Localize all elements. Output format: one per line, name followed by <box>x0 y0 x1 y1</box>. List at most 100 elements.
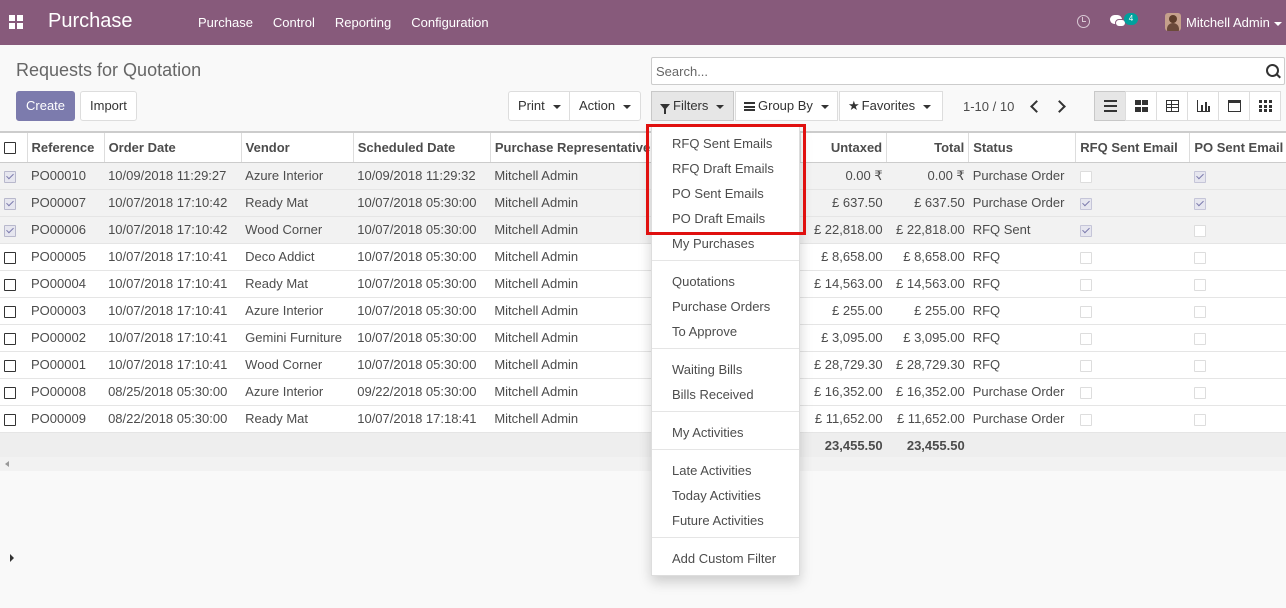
pager-next-button[interactable] <box>1048 91 1075 121</box>
cell-total: £ 11,652.00 <box>886 405 969 433</box>
cell-order-date: 08/25/2018 05:30:00 <box>104 378 242 406</box>
filter-po-sent-emails[interactable]: PO Sent Emails <box>672 186 764 201</box>
row-select-checkbox[interactable] <box>4 386 16 399</box>
activity-clock-icon[interactable] <box>1077 15 1090 28</box>
po-sent-email-checkbox <box>1193 251 1206 264</box>
filter-quotations[interactable]: Quotations <box>672 274 735 289</box>
table-row[interactable]: PO00008 08/25/2018 05:30:00 Azure Interior… <box>0 378 1286 406</box>
menu-configuration[interactable]: Configuration <box>401 0 498 45</box>
pager-previous-button[interactable] <box>1021 91 1048 121</box>
column-header-reference[interactable]: Reference <box>26 131 105 163</box>
filter-bills-received[interactable]: Bills Received <box>672 387 754 402</box>
rfq-sent-email-checkbox <box>1079 224 1092 237</box>
table-row[interactable]: PO00002 10/07/2018 17:10:41 Gemini Furnitu… <box>0 324 1286 352</box>
filter-to-approve[interactable]: To Approve <box>672 324 737 339</box>
avatar[interactable] <box>1165 13 1181 31</box>
cell-reference: PO00003 <box>27 297 105 325</box>
filter-purchase-orders[interactable]: Purchase Orders <box>672 299 770 314</box>
select-all-checkbox[interactable] <box>4 142 16 155</box>
filters-button[interactable]: Filters <box>651 91 734 121</box>
row-select-checkbox[interactable] <box>4 170 16 183</box>
grid-view-button[interactable] <box>1156 91 1188 121</box>
kanban-view-button[interactable] <box>1125 91 1157 121</box>
column-header-untaxed[interactable]: Untaxed <box>800 131 887 163</box>
list-view-button[interactable] <box>1094 91 1126 121</box>
cell-order-date: 08/22/2018 05:30:00 <box>104 405 242 433</box>
cell-status: RFQ Sent <box>968 216 1076 244</box>
table-row[interactable]: PO00009 08/22/2018 05:30:00 Ready Mat 10/07… <box>0 405 1286 433</box>
column-header-order-date[interactable]: Order Date <box>103 131 242 163</box>
scroll-left-icon[interactable] <box>5 461 9 467</box>
row-select-checkbox[interactable] <box>4 332 16 345</box>
cell-untaxed: £ 8,658.00 <box>800 243 887 271</box>
calendar-view-button[interactable] <box>1218 91 1250 121</box>
row-select-checkbox[interactable] <box>4 224 16 237</box>
row-select-checkbox[interactable] <box>4 359 16 372</box>
table-row[interactable]: PO00010 10/09/2018 11:29:27 Azure Interior… <box>0 162 1286 190</box>
row-select-cell <box>0 216 28 244</box>
filter-rfq-sent-emails[interactable]: RFQ Sent Emails <box>672 136 772 151</box>
menu-purchase[interactable]: Purchase <box>188 0 263 45</box>
filters-label: Filters <box>673 98 709 113</box>
filter-rfq-draft-emails[interactable]: RFQ Draft Emails <box>672 161 774 176</box>
column-header-status[interactable]: Status <box>968 131 1076 163</box>
cell-po-sent-email <box>1189 405 1286 433</box>
row-select-checkbox[interactable] <box>4 251 16 264</box>
filter-po-draft-emails[interactable]: PO Draft Emails <box>672 211 765 226</box>
rfq-sent-email-checkbox <box>1079 413 1092 426</box>
row-select-cell <box>0 162 28 190</box>
rfq-sent-email-checkbox <box>1079 359 1092 372</box>
cell-untaxed: £ 255.00 <box>800 297 887 325</box>
group-by-button[interactable]: Group By <box>735 91 838 121</box>
cell-reference: PO00007 <box>27 189 105 217</box>
search-input[interactable] <box>652 58 1242 84</box>
action-dropdown-button[interactable]: Action <box>569 91 641 121</box>
favorites-button[interactable]: ★ Favorites <box>839 91 943 121</box>
table-row[interactable]: PO00003 10/07/2018 17:10:41 Azure Interior… <box>0 297 1286 325</box>
column-header-rfq-sent-email[interactable]: RFQ Sent Email <box>1075 131 1190 163</box>
cell-total: £ 16,352.00 <box>886 378 969 406</box>
menu-divider <box>652 449 799 450</box>
horizontal-scrollbar[interactable] <box>0 457 1286 471</box>
menu-reporting[interactable]: Reporting <box>325 0 401 45</box>
chevron-down-icon <box>923 104 932 109</box>
filter-my-purchases[interactable]: My Purchases <box>672 236 754 251</box>
print-dropdown-button[interactable]: Print <box>508 91 571 121</box>
po-sent-email-checkbox <box>1193 332 1206 345</box>
row-select-cell <box>0 189 28 217</box>
pivot-view-button[interactable] <box>1249 91 1281 121</box>
total-untaxed: 23,455.50 <box>800 432 887 458</box>
column-header-vendor[interactable]: Vendor <box>240 131 354 163</box>
cell-reference: PO00006 <box>27 216 105 244</box>
filter-today-activities[interactable]: Today Activities <box>672 488 761 503</box>
filter-late-activities[interactable]: Late Activities <box>672 463 752 478</box>
filter-my-activities[interactable]: My Activities <box>672 425 744 440</box>
apps-menu-icon[interactable] <box>9 15 23 29</box>
cell-vendor: Azure Interior <box>241 162 354 190</box>
table-row[interactable]: PO00006 10/07/2018 17:10:42 Wood Corner 10/… <box>0 216 1286 244</box>
column-header-total[interactable]: Total <box>886 131 969 163</box>
row-select-checkbox[interactable] <box>4 413 16 426</box>
table-row[interactable]: PO00007 10/07/2018 17:10:42 Ready Mat 10/07… <box>0 189 1286 217</box>
filter-future-activities[interactable]: Future Activities <box>672 513 764 528</box>
pager-value[interactable]: 1-10 / 10 <box>963 99 1014 114</box>
table-row[interactable]: PO00001 10/07/2018 17:10:41 Wood Corner 10/… <box>0 351 1286 379</box>
create-button[interactable]: Create <box>16 91 76 121</box>
row-select-checkbox[interactable] <box>4 197 16 210</box>
column-header-scheduled-date[interactable]: Scheduled Date <box>352 131 491 163</box>
row-select-checkbox[interactable] <box>4 278 16 291</box>
column-header-po-sent-email[interactable]: PO Sent Email <box>1189 131 1286 163</box>
user-menu[interactable]: Mitchell Admin <box>1186 15 1282 30</box>
add-custom-filter[interactable]: Add Custom Filter <box>672 551 776 566</box>
row-select-checkbox[interactable] <box>4 305 16 318</box>
import-button[interactable]: Import <box>80 91 137 121</box>
grid-view-icon <box>1166 100 1179 112</box>
cell-reference: PO00001 <box>27 351 105 379</box>
table-row[interactable]: PO00004 10/07/2018 17:10:41 Ready Mat 10/07… <box>0 270 1286 298</box>
search-icon[interactable] <box>1266 64 1279 77</box>
filters-dropdown-menu: RFQ Sent Emails RFQ Draft Emails PO Sent… <box>651 126 800 576</box>
filter-waiting-bills[interactable]: Waiting Bills <box>672 362 742 377</box>
table-row[interactable]: PO00005 10/07/2018 17:10:41 Deco Addict 10/… <box>0 243 1286 271</box>
graph-view-button[interactable] <box>1187 91 1219 121</box>
menu-control[interactable]: Control <box>263 0 325 45</box>
